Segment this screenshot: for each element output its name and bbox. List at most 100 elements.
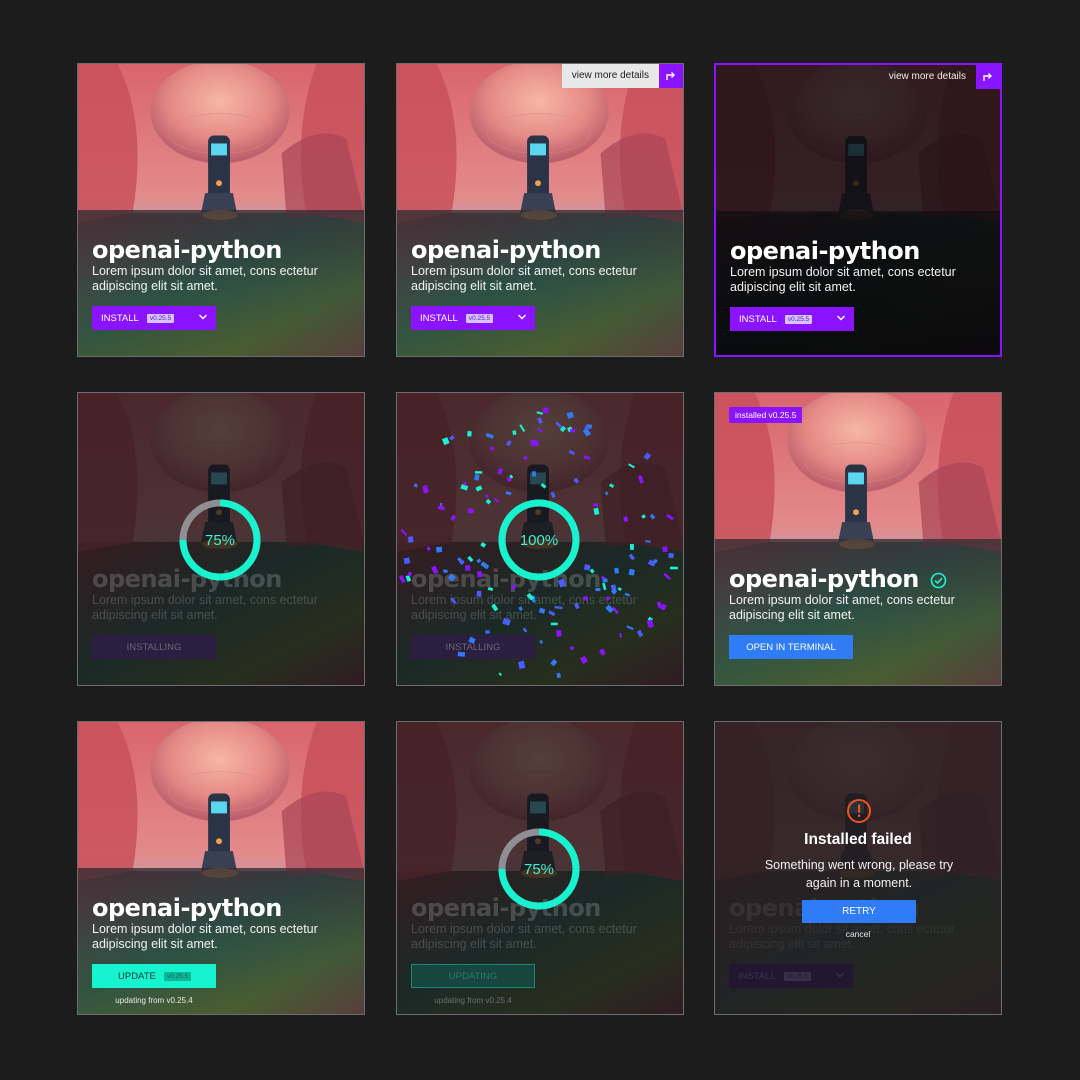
install-button[interactable]: INSTALL v0.25.5 (92, 306, 216, 330)
confetti-piece (542, 407, 549, 414)
confetti-piece (497, 467, 504, 475)
confetti-piece (669, 566, 678, 570)
confetti-piece (609, 483, 615, 489)
package-title: openai-python (92, 236, 282, 264)
confetti-piece (468, 636, 476, 644)
confetti-piece (491, 603, 499, 612)
confetti-piece (505, 491, 512, 496)
progress-label: 100% (519, 531, 559, 549)
confetti-piece (628, 553, 635, 561)
confetti-piece (519, 424, 526, 432)
confetti-piece (662, 546, 668, 553)
confetti-piece (641, 514, 646, 519)
view-more-label: view more details (561, 64, 659, 88)
installing-button-label: INSTALLING (126, 641, 182, 653)
confetti-piece (450, 597, 457, 604)
confetti-piece (530, 439, 539, 447)
confetti-piece (555, 421, 562, 429)
error-alert-icon (847, 799, 871, 823)
confetti-piece (485, 432, 494, 439)
confetti-piece (407, 536, 414, 543)
open-in-terminal-button[interactable]: OPEN IN TERMINAL (729, 635, 853, 659)
retry-button[interactable]: RETRY (802, 900, 916, 923)
confetti-piece (474, 474, 480, 481)
updating-from-note: updating from v0.25.4 (115, 996, 193, 1005)
confetti-piece (630, 543, 634, 550)
confetti-piece (554, 605, 563, 610)
arrow-up-right-icon[interactable] (659, 64, 683, 88)
confetti-piece (584, 425, 589, 431)
confetti-piece (573, 477, 580, 484)
confetti-piece (532, 471, 536, 477)
updating-button: UPDATING (411, 964, 535, 988)
confetti-piece (653, 559, 658, 563)
confetti-piece (646, 619, 655, 629)
progress-label: 75% (204, 531, 236, 549)
confetti-piece (443, 569, 448, 574)
error-message: Something went wrong, please try again i… (764, 858, 954, 890)
confetti-piece (476, 590, 482, 597)
confetti-piece (550, 658, 558, 667)
version-badge: v0.25.5 (465, 313, 494, 323)
package-card-hover[interactable]: view more details openai-python Lorem ip… (396, 63, 684, 357)
confetti-piece (583, 564, 591, 571)
view-more-details-link[interactable]: view more details (561, 64, 683, 88)
confetti-piece (614, 567, 619, 574)
cancel-link[interactable]: cancel (715, 929, 1001, 939)
confetti-piece (512, 430, 517, 436)
package-card-install[interactable]: openai-python Lorem ipsum dolor sit amet… (77, 63, 365, 357)
confetti-piece (431, 565, 439, 575)
chevron-down-icon[interactable] (517, 312, 527, 322)
chevron-down-icon[interactable] (836, 313, 846, 323)
install-button-label: INSTALL (739, 313, 777, 325)
package-title: openai-python (729, 565, 947, 593)
confetti-piece (583, 455, 591, 460)
confetti-piece (605, 604, 614, 614)
confetti-piece (463, 481, 467, 486)
confetti-piece (502, 617, 511, 626)
confetti-piece (548, 610, 556, 617)
confetti-piece (474, 471, 483, 474)
confetti-piece (638, 475, 644, 484)
confetti-piece (550, 622, 558, 626)
confetti-piece (467, 555, 474, 563)
confetti-piece (537, 417, 543, 424)
update-button[interactable]: UPDATE v0.25.5 (92, 964, 216, 988)
package-card-installing: openai-python Lorem ipsum dolor sit amet… (77, 392, 365, 686)
install-button[interactable]: INSTALL v0.25.5 (730, 307, 854, 331)
package-description: Lorem ipsum dolor sit amet, cons ectetur… (411, 922, 637, 951)
confetti-piece (643, 452, 652, 460)
package-card-failed[interactable]: openai-python Lorem ipsum dolor sit amet… (714, 721, 1002, 1015)
package-title: openai-python (92, 894, 282, 922)
updating-from-note: updating from v0.25.4 (434, 996, 512, 1005)
confetti-piece (540, 483, 547, 489)
confetti-piece (628, 463, 635, 469)
confetti-piece (605, 596, 611, 601)
confetti-piece (602, 578, 608, 583)
package-card-installed[interactable]: installed v0.25.5 openai-python Lorem ip… (714, 392, 1002, 686)
package-card-update[interactable]: openai-python Lorem ipsum dolor sit amet… (77, 721, 365, 1015)
version-badge: v0.25.5 (784, 314, 813, 324)
view-more-details-link[interactable]: view more details (879, 65, 1000, 89)
package-description: Lorem ipsum dolor sit amet, cons ectetur… (729, 593, 955, 622)
confetti-piece (487, 586, 494, 592)
confetti-piece (441, 437, 450, 446)
confetti-piece (538, 607, 546, 614)
package-card-selected[interactable]: view more details openai-python Lorem ip… (714, 63, 1002, 357)
confetti-piece (645, 540, 651, 543)
confetti-piece (522, 627, 528, 633)
package-card-install-complete: openai-python Lorem ipsum dolor sit amet… (396, 392, 684, 686)
install-button-label: INSTALL (738, 970, 776, 982)
chevron-down-icon[interactable] (198, 312, 208, 322)
confetti-piece (480, 561, 490, 570)
confetti-piece (467, 508, 475, 514)
confetti-piece (518, 606, 523, 612)
install-button[interactable]: INSTALL v0.25.5 (411, 306, 535, 330)
confetti-piece (556, 630, 562, 637)
chevron-down-icon (836, 972, 844, 978)
confetti-piece (476, 558, 482, 564)
update-button-label: UPDATE (118, 970, 156, 982)
arrow-up-right-icon[interactable] (976, 65, 1000, 89)
progress-label: 75% (523, 860, 555, 878)
confetti-piece (660, 603, 667, 611)
